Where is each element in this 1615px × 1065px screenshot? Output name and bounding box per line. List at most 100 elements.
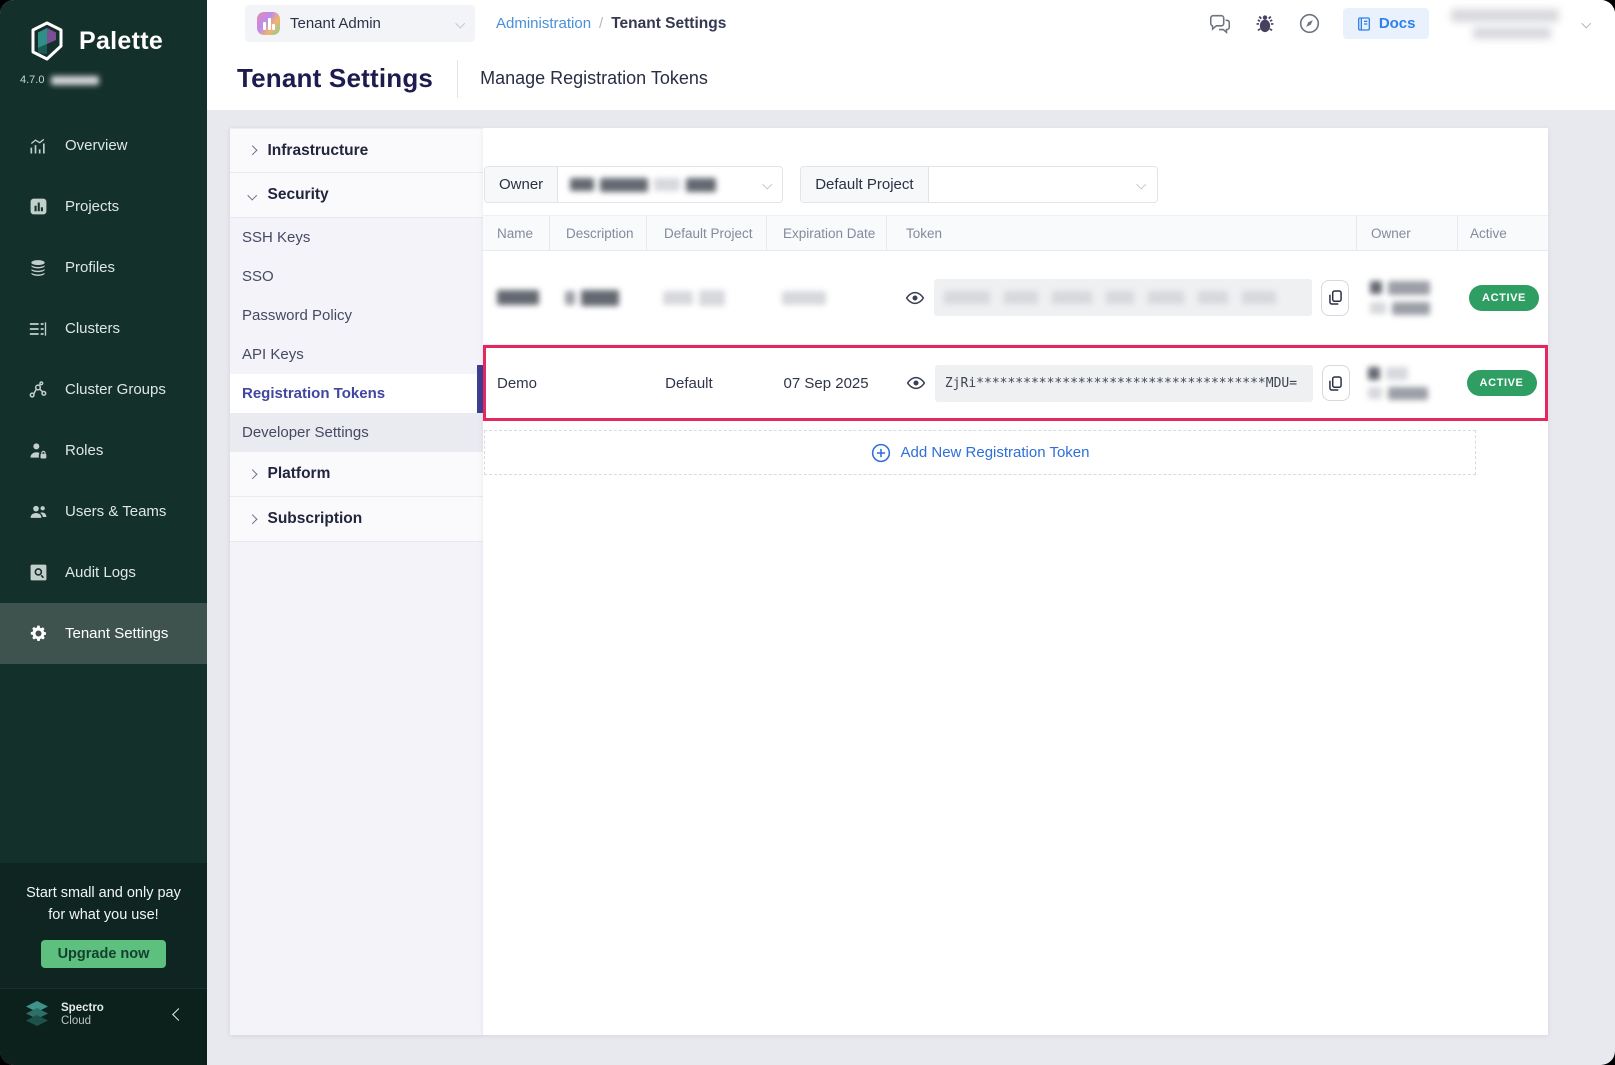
settings-item-registration-tokens[interactable]: Registration Tokens xyxy=(230,374,483,413)
settings-item-ssh-keys[interactable]: SSH Keys xyxy=(230,218,483,257)
sidebar-item-label: Profiles xyxy=(65,259,115,276)
sidebar-item-users-teams[interactable]: Users & Teams xyxy=(0,481,207,542)
default-project-filter-select[interactable] xyxy=(929,167,1157,202)
settings-item-developer-settings[interactable]: Developer Settings xyxy=(230,413,483,452)
table-row[interactable]: ACTIVE xyxy=(483,251,1548,345)
sidebar-item-tenant-settings[interactable]: Tenant Settings xyxy=(0,603,207,664)
page-subtitle: Manage Registration Tokens xyxy=(480,68,708,89)
cell-token xyxy=(886,251,1356,344)
sidebar-item-label: Cluster Groups xyxy=(65,381,166,398)
settings-item-label: SSH Keys xyxy=(242,229,310,246)
gear-icon xyxy=(27,624,49,643)
scope-selector[interactable]: Tenant Admin xyxy=(245,5,475,42)
column-header-default-project: Default Project xyxy=(646,216,766,250)
sidebar-item-audit-logs[interactable]: Audit Logs xyxy=(0,542,207,603)
promo-line2: for what you use! xyxy=(14,904,193,926)
cell-default-project: Default xyxy=(648,348,767,418)
copy-token-button[interactable] xyxy=(1321,280,1349,316)
section-label: Platform xyxy=(268,465,331,483)
copy-icon xyxy=(1329,376,1342,391)
sidebar-item-label: Overview xyxy=(65,137,128,154)
main-sidebar: Palette 4.7.0 Overview Projects xyxy=(0,0,207,1065)
audit-logs-icon xyxy=(27,563,49,582)
plus-circle-icon xyxy=(871,443,891,463)
sidebar-item-projects[interactable]: Projects xyxy=(0,176,207,237)
sidebar-item-label: Projects xyxy=(65,198,119,215)
spectro-cloud-logo-icon xyxy=(22,1001,52,1029)
section-infrastructure[interactable]: Infrastructure xyxy=(230,128,483,173)
settings-item-api-keys[interactable]: API Keys xyxy=(230,335,483,374)
settings-item-label: SSO xyxy=(242,268,274,285)
chevron-down-icon xyxy=(762,180,771,189)
sidebar-item-profiles[interactable]: Profiles xyxy=(0,237,207,298)
section-platform[interactable]: Platform xyxy=(230,452,483,497)
chat-icon[interactable] xyxy=(1208,13,1232,35)
sidebar-item-label: Tenant Settings xyxy=(65,625,168,642)
cell-expiration-date: 07 Sep 2025 xyxy=(768,348,887,418)
product-name: Palette xyxy=(79,27,163,56)
upgrade-promo: Start small and only pay for what you us… xyxy=(0,863,207,988)
promo-text: Start small and only pay for what you us… xyxy=(14,882,193,926)
settings-item-sso[interactable]: SSO xyxy=(230,257,483,296)
settings-nav: Infrastructure Security SSH Keys SSO Pas… xyxy=(230,128,483,1035)
sidebar-item-roles[interactable]: Roles xyxy=(0,420,207,481)
cell-active: ACTIVE xyxy=(1457,251,1548,344)
owner-filter-select[interactable] xyxy=(558,167,782,202)
section-subscription[interactable]: Subscription xyxy=(230,497,483,542)
header-divider xyxy=(457,60,458,98)
chevron-right-icon xyxy=(248,469,257,478)
token-value-redacted xyxy=(934,279,1312,316)
breadcrumb: Administration / Tenant Settings xyxy=(496,15,726,33)
company-line1: Spectro xyxy=(61,1002,104,1015)
add-registration-token-button[interactable]: Add New Registration Token xyxy=(484,430,1476,475)
table-row-highlighted[interactable]: Demo Default 07 Sep 2025 ZjRi***********… xyxy=(483,345,1548,421)
upgrade-now-button[interactable]: Upgrade now xyxy=(41,940,167,968)
sidebar-item-label: Clusters xyxy=(65,320,120,337)
users-teams-icon xyxy=(27,502,49,522)
breadcrumb-current: Tenant Settings xyxy=(611,15,726,33)
cell-token: ZjRi************************************… xyxy=(887,348,1354,418)
cell-description xyxy=(552,348,649,418)
token-masked-value: ZjRi************************************… xyxy=(935,365,1313,402)
user-menu-chevron-icon[interactable] xyxy=(1581,19,1590,28)
bug-report-icon[interactable] xyxy=(1254,13,1276,35)
cell-description-redacted xyxy=(549,251,646,344)
column-header-name: Name xyxy=(483,216,549,250)
scope-label: Tenant Admin xyxy=(290,15,381,32)
reveal-token-eye-icon[interactable] xyxy=(905,290,925,306)
copy-icon xyxy=(1329,290,1342,305)
profiles-icon xyxy=(27,258,49,278)
tenant-admin-icon xyxy=(257,12,280,35)
settings-item-password-policy[interactable]: Password Policy xyxy=(230,296,483,335)
copy-token-button[interactable] xyxy=(1322,365,1350,401)
cell-expiration-redacted xyxy=(766,251,886,344)
section-label: Subscription xyxy=(268,510,363,528)
version-redacted xyxy=(51,76,99,85)
owner-filter: Owner xyxy=(484,166,783,203)
docs-button[interactable]: Docs xyxy=(1343,8,1429,39)
topbar-actions: Docs xyxy=(1208,8,1615,39)
sidebar-collapse-button[interactable] xyxy=(170,1002,187,1028)
promo-line1: Start small and only pay xyxy=(14,882,193,904)
default-project-filter-label: Default Project xyxy=(801,167,928,202)
cell-owner-redacted xyxy=(1356,251,1457,344)
table-header: Name Description Default Project Expirat… xyxy=(483,215,1548,251)
status-badge: ACTIVE xyxy=(1467,370,1537,396)
section-label: Infrastructure xyxy=(268,142,369,160)
sidebar-item-cluster-groups[interactable]: Cluster Groups xyxy=(0,359,207,420)
sidebar-item-clusters[interactable]: Clusters xyxy=(0,298,207,359)
cluster-groups-icon xyxy=(27,380,49,400)
default-project-filter: Default Project xyxy=(800,166,1157,203)
clusters-icon xyxy=(27,319,49,339)
app-window: Palette 4.7.0 Overview Projects xyxy=(0,0,1615,1065)
sidebar-item-overview[interactable]: Overview xyxy=(0,115,207,176)
compass-icon[interactable] xyxy=(1298,12,1321,35)
section-security[interactable]: Security xyxy=(230,173,483,218)
sidebar-item-label: Audit Logs xyxy=(65,564,136,581)
breadcrumb-administration[interactable]: Administration xyxy=(496,15,591,32)
palette-logo-icon xyxy=(26,20,68,62)
cell-name-redacted xyxy=(483,251,549,344)
user-account-redacted[interactable] xyxy=(1451,9,1561,39)
add-registration-token-label: Add New Registration Token xyxy=(901,444,1090,461)
reveal-token-eye-icon[interactable] xyxy=(906,375,926,391)
